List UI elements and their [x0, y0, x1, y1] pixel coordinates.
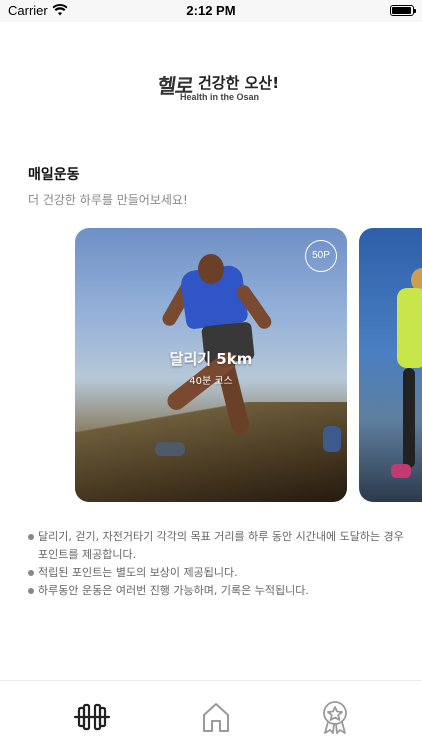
peek-figure-shoe	[391, 464, 411, 478]
exercise-card-running[interactable]: 50P 달리기 5km 40분 코스	[75, 228, 347, 502]
status-bar: Carrier 2:12 PM	[0, 0, 422, 22]
card-subtitle: 40분 코스	[189, 376, 233, 387]
note-text: 달리기, 걷기, 자전거타기 각각의 목표 거리를 하루 동안 시간내에 도달하…	[38, 530, 404, 561]
logo-korean: 건강한 오산!	[198, 74, 280, 92]
card-photo-hill	[75, 402, 347, 502]
peek-figure-body	[397, 288, 422, 368]
runner-figure-head	[198, 254, 224, 284]
note-item: 적립된 포인트는 별도의 보상이 제공됩니다.	[28, 564, 408, 582]
tab-home[interactable]	[196, 699, 236, 735]
battery-icon	[390, 5, 416, 16]
app-logo: 헬로 건강한 오산! Health in the Osan	[0, 68, 422, 108]
tab-rewards[interactable]	[315, 699, 355, 735]
runner-figure-shoe	[155, 442, 185, 456]
section-title: 매일운동	[28, 167, 80, 183]
runner-figure-shoe-2	[323, 426, 341, 452]
bullet-icon	[28, 588, 34, 594]
logo-english: Health in the Osan	[180, 92, 260, 102]
card-title: 달리기 5km	[169, 350, 253, 368]
note-item: 달리기, 걷기, 자전거타기 각각의 목표 거리를 하루 동안 시간내에 도달하…	[28, 528, 408, 564]
info-notes: 달리기, 걷기, 자전거타기 각각의 목표 거리를 하루 동안 시간내에 도달하…	[28, 528, 408, 600]
note-item: 하루동안 운동은 여러번 진행 가능하며, 기록은 누적됩니다.	[28, 582, 408, 600]
peek-figure-leg	[403, 368, 415, 468]
bullet-icon	[28, 534, 34, 540]
exercise-card-next[interactable]	[359, 228, 422, 502]
note-text: 적립된 포인트는 별도의 보상이 제공됩니다.	[38, 566, 238, 579]
dumbbell-icon	[73, 703, 111, 731]
note-text: 하루동안 운동은 여러번 진행 가능하며, 기록은 누적됩니다.	[38, 584, 309, 597]
bullet-icon	[28, 570, 34, 576]
points-badge: 50P	[305, 240, 337, 272]
clock: 2:12 PM	[186, 3, 236, 18]
award-icon	[323, 701, 347, 734]
tab-exercise[interactable]	[72, 699, 112, 735]
home-icon	[203, 703, 229, 732]
tab-bar	[0, 680, 422, 751]
section-subtitle: 더 건강한 하루를 만들어보세요!	[28, 193, 188, 207]
